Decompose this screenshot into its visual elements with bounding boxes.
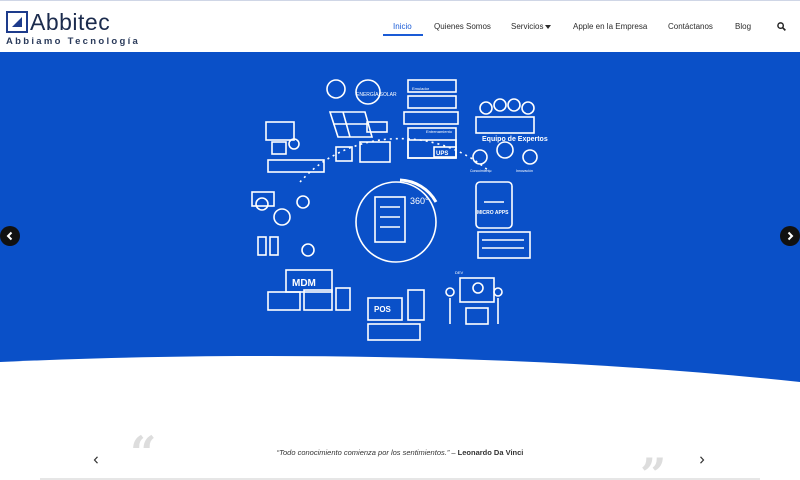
- chevron-left-icon: [6, 231, 13, 241]
- quote-author: Leonardo Da Vinci: [457, 448, 524, 457]
- brand-name: Abbitec: [30, 9, 111, 35]
- quote-separator: –: [449, 448, 458, 457]
- chevron-right-icon: [787, 231, 794, 241]
- slider-next-button[interactable]: [780, 226, 800, 246]
- chevron-down-icon[interactable]: [545, 25, 551, 29]
- nav-item-contactanos[interactable]: Contáctanos: [668, 22, 713, 31]
- testimonial-next-icon[interactable]: [699, 456, 705, 464]
- brand-logo[interactable]: Abbitec Abbiamo Tecnología: [6, 9, 138, 47]
- nav-item-quienes-somos[interactable]: Quienes Somos: [434, 22, 491, 31]
- nav-active-indicator: [383, 34, 423, 36]
- nav-item-servicios[interactable]: Servicios: [511, 22, 543, 31]
- testimonial-prev-icon[interactable]: [93, 456, 99, 464]
- nav-item-inicio[interactable]: Inicio: [393, 22, 412, 31]
- quote-text: “Todo conocimiento comienza por los sent…: [276, 448, 450, 457]
- nav-item-blog[interactable]: Blog: [735, 22, 751, 31]
- close-quote-icon: ”: [640, 448, 667, 480]
- search-icon[interactable]: [777, 22, 786, 31]
- logo-mark-icon: [6, 11, 28, 33]
- hero-wave-divider: [0, 356, 800, 392]
- open-quote-icon: “: [130, 426, 157, 480]
- slider-prev-button[interactable]: [0, 226, 20, 246]
- nav-item-apple-empresa[interactable]: Apple en la Empresa: [573, 22, 647, 31]
- testimonial-section: “ ” “Todo conocimiento comienza por los …: [0, 392, 800, 480]
- hero-slider: ENERGÍA SOLAR UPS Entrenamiento Emulador…: [0, 52, 800, 392]
- brand-tagline: Abbiamo Tecnología: [6, 36, 141, 47]
- site-header: Abbitec Abbiamo Tecnología Inicio Quiene…: [0, 0, 800, 52]
- testimonial-quote: “Todo conocimiento comienza por los sent…: [180, 448, 620, 457]
